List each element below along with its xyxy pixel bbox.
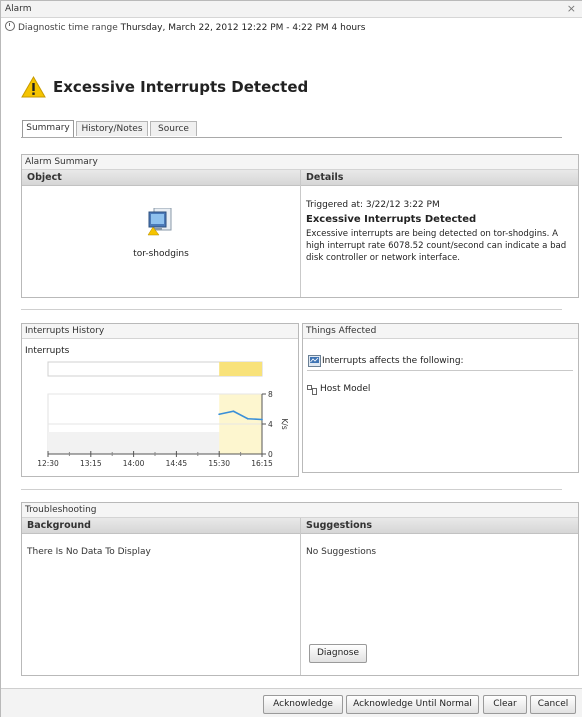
clock-icon bbox=[5, 21, 15, 31]
x-tick-label: 14:45 bbox=[166, 459, 188, 468]
col-background: Background bbox=[27, 520, 91, 531]
column-divider bbox=[300, 518, 301, 675]
y-tick-label: 0 bbox=[268, 450, 273, 459]
things-affected-title: Things Affected bbox=[303, 324, 578, 339]
interrupts-history-title: Interrupts History bbox=[22, 324, 298, 339]
window-title: Alarm bbox=[5, 4, 32, 14]
data-point bbox=[246, 417, 249, 420]
acknowledge-until-normal-button[interactable]: Acknowledge Until Normal bbox=[346, 695, 479, 714]
triggered-time: Triggered at: 3/22/12 3:22 PM bbox=[306, 200, 440, 210]
time-range[interactable]: Diagnostic time range Thursday, March 22… bbox=[5, 21, 365, 33]
x-tick-label: 13:15 bbox=[80, 459, 102, 468]
alarm-summary-panel: Alarm Summary Object Details tor-shodgin… bbox=[21, 154, 579, 298]
cancel-button[interactable]: Cancel bbox=[530, 695, 576, 714]
alarm-title: Excessive Interrupts Detected bbox=[53, 78, 309, 96]
col-details: Details bbox=[306, 172, 344, 183]
things-affected-panel: Things Affected Interrupts affects the f… bbox=[302, 323, 579, 473]
x-tick-label: 16:15 bbox=[251, 459, 273, 468]
col-object: Object bbox=[27, 172, 62, 183]
y-tick-label: 8 bbox=[268, 390, 273, 399]
overview-highlight bbox=[219, 362, 262, 376]
interrupts-history-panel: Interrupts History Interrupts 12:30 13:15… bbox=[21, 323, 299, 477]
interrupts-chart[interactable]: 12:30 13:15 14:00 14:45 15:30 16:150 4 8 K/s bbox=[22, 354, 298, 476]
details-title: Excessive Interrupts Detected bbox=[306, 214, 477, 225]
diagnose-button[interactable]: Diagnose bbox=[309, 644, 367, 663]
host-computer-icon bbox=[147, 208, 172, 236]
suggestions-text: No Suggestions bbox=[306, 547, 377, 557]
clear-button[interactable]: Clear bbox=[483, 695, 527, 714]
divider bbox=[21, 489, 562, 490]
warning-icon bbox=[21, 76, 46, 98]
alarm-summary-title: Alarm Summary bbox=[22, 155, 578, 170]
affects-heading: Interrupts affects the following: bbox=[322, 356, 464, 366]
tab-bar: Summary History/Notes Source bbox=[21, 120, 562, 138]
y-axis-label: K/s bbox=[280, 418, 289, 429]
col-suggestions: Suggestions bbox=[306, 520, 373, 531]
column-divider bbox=[300, 170, 301, 297]
y-tick-label: 4 bbox=[268, 420, 273, 429]
x-tick-label: 14:00 bbox=[123, 459, 145, 468]
acknowledge-button[interactable]: Acknowledge bbox=[263, 695, 343, 714]
troubleshooting-panel: Troubleshooting Background Suggestions T… bbox=[21, 502, 579, 676]
tab-history-notes[interactable]: History/Notes bbox=[76, 121, 148, 136]
model-icon bbox=[307, 385, 317, 395]
time-range-value[interactable]: Thursday, March 22, 2012 12:22 PM - 4:22… bbox=[121, 23, 366, 33]
data-point bbox=[218, 413, 221, 416]
details-text: Excessive interrupts are being detected … bbox=[306, 229, 567, 263]
affects-divider bbox=[307, 370, 573, 371]
troubleshooting-title: Troubleshooting bbox=[22, 503, 578, 518]
time-range-label: Diagnostic time range bbox=[18, 23, 118, 33]
tab-source[interactable]: Source bbox=[150, 121, 197, 136]
close-icon[interactable]: × bbox=[567, 2, 576, 15]
title-bar: Alarm × bbox=[1, 1, 582, 18]
alarm-window: Alarm × Diagnostic time range Thursday, … bbox=[0, 0, 582, 717]
object-name[interactable]: tor-shodgins bbox=[22, 249, 300, 259]
interrupts-icon bbox=[308, 355, 321, 367]
data-point bbox=[232, 410, 235, 413]
x-tick-label: 12:30 bbox=[37, 459, 59, 468]
affected-item-label: Host Model bbox=[320, 384, 371, 394]
tab-summary[interactable]: Summary bbox=[22, 120, 74, 137]
data-point bbox=[261, 418, 263, 421]
background-text: There Is No Data To Display bbox=[27, 547, 151, 557]
divider bbox=[21, 309, 562, 310]
x-tick-label: 15:30 bbox=[208, 459, 230, 468]
